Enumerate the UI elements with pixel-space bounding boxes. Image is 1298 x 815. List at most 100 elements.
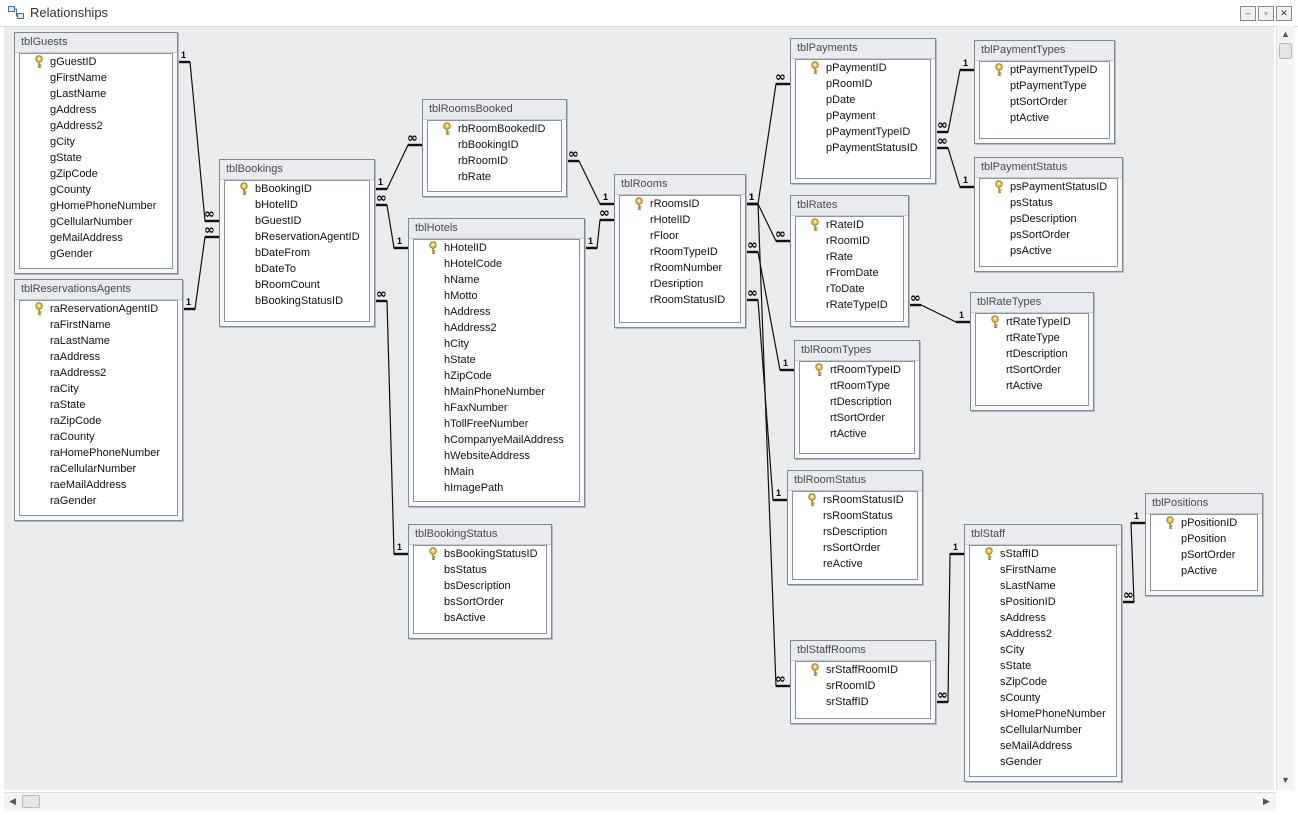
field-list[interactable]: bBookingID bHotelID bGuestID bReservationAg…: [224, 180, 370, 322]
field-item[interactable]: sFirstName: [970, 562, 1116, 578]
field-list[interactable]: psPaymentStatusID psStatus psDescription ps…: [979, 178, 1118, 267]
field-list[interactable]: rsRoomStatusID rsRoomStatus rsDescription r…: [792, 491, 918, 580]
field-item[interactable]: raeMailAddress: [20, 477, 177, 493]
field-item[interactable]: sGender: [970, 754, 1116, 770]
field-list[interactable]: rRateID rRoomID rRate rFromDate rToDate rRate…: [795, 216, 904, 322]
field-item[interactable]: ptSortOrder: [980, 94, 1109, 110]
field-item[interactable]: gFirstName: [20, 70, 172, 86]
field-item[interactable]: gCellularNumber: [20, 214, 172, 230]
field-item[interactable]: hName: [414, 272, 579, 288]
primary-key-field[interactable]: bsBookingStatusID: [414, 546, 546, 562]
field-item[interactable]: rRate: [796, 249, 903, 265]
field-item[interactable]: hHotelCode: [414, 256, 579, 272]
field-item[interactable]: raAddress: [20, 349, 177, 365]
table-tblRateTypes[interactable]: tblRateTypes rtRateTypeID rtRateType rtDesc…: [970, 292, 1094, 411]
field-item[interactable]: rbRoomID: [428, 153, 561, 169]
table-tblRooms[interactable]: tblRooms rRoomsID rHotelID rFloor rRoomTypeI…: [614, 174, 746, 328]
table-title[interactable]: tblStaffRooms: [791, 641, 935, 661]
field-item[interactable]: raCounty: [20, 429, 177, 445]
scroll-left-icon[interactable]: ◀: [6, 795, 19, 808]
table-tblStaffRooms[interactable]: tblStaffRooms srStaffRoomID srRoomID srStaf…: [790, 640, 936, 724]
field-item[interactable]: rsSortOrder: [793, 540, 917, 556]
field-item[interactable]: pPosition: [1151, 531, 1257, 547]
primary-key-field[interactable]: rtRateTypeID: [976, 314, 1088, 330]
field-item[interactable]: gCounty: [20, 182, 172, 198]
field-item[interactable]: rDesription: [620, 276, 740, 292]
field-item[interactable]: rtRateType: [976, 330, 1088, 346]
field-item[interactable]: rRoomID: [796, 233, 903, 249]
vertical-scrollbar[interactable]: ▲ ▼: [1276, 26, 1294, 790]
table-title[interactable]: tblPositions: [1146, 494, 1262, 514]
table-title[interactable]: tblReservationsAgents: [15, 280, 182, 300]
field-list[interactable]: hHotelID hHotelCode hName hMotto hAddress hAd…: [413, 239, 580, 502]
table-title[interactable]: tblPaymentTypes: [975, 41, 1114, 61]
close-button[interactable]: ✕: [1276, 6, 1292, 21]
field-item[interactable]: bsSortOrder: [414, 594, 546, 610]
field-item[interactable]: raGender: [20, 493, 177, 509]
field-item[interactable]: rRoomNumber: [620, 260, 740, 276]
table-title[interactable]: tblRoomTypes: [795, 341, 919, 361]
field-item[interactable]: reActive: [793, 556, 917, 572]
field-item[interactable]: sHomePhoneNumber: [970, 706, 1116, 722]
primary-key-field[interactable]: pPositionID: [1151, 515, 1257, 531]
field-item[interactable]: raFirstName: [20, 317, 177, 333]
field-item[interactable]: rFloor: [620, 228, 740, 244]
field-item[interactable]: rtSortOrder: [976, 362, 1088, 378]
horizontal-scroll-thumb[interactable]: [22, 795, 40, 808]
field-item[interactable]: ptActive: [980, 110, 1109, 126]
field-item[interactable]: raState: [20, 397, 177, 413]
table-title[interactable]: tblBookingStatus: [409, 525, 551, 545]
field-item[interactable]: rsRoomStatus: [793, 508, 917, 524]
table-title[interactable]: tblRoomsBooked: [423, 100, 566, 120]
field-list[interactable]: rRoomsID rHotelID rFloor rRoomTypeID rRoomNu…: [619, 195, 741, 323]
field-item[interactable]: hMainPhoneNumber: [414, 384, 579, 400]
field-item[interactable]: pRoomID: [796, 76, 930, 92]
field-item[interactable]: bDateFrom: [225, 245, 369, 261]
table-title[interactable]: tblHotels: [409, 219, 584, 239]
primary-key-field[interactable]: rbRoomBookedID: [428, 121, 561, 137]
field-list[interactable]: bsBookingStatusID bsStatus bsDescription bs…: [413, 545, 547, 634]
field-item[interactable]: hWebsiteAddress: [414, 448, 579, 464]
field-item[interactable]: psActive: [980, 243, 1117, 259]
field-item[interactable]: hAddress: [414, 304, 579, 320]
field-item[interactable]: hState: [414, 352, 579, 368]
field-item[interactable]: rtActive: [976, 378, 1088, 394]
table-tblPayments[interactable]: tblPayments pPaymentID pRoomID pDate pPaymen…: [790, 38, 936, 184]
primary-key-field[interactable]: ptPaymentTypeID: [980, 62, 1109, 78]
field-item[interactable]: rRoomTypeID: [620, 244, 740, 260]
table-tblHotels[interactable]: tblHotels hHotelID hHotelCode hName hMotto hA…: [408, 218, 585, 507]
table-title[interactable]: tblRates: [791, 196, 908, 216]
field-item[interactable]: hMotto: [414, 288, 579, 304]
scroll-up-icon[interactable]: ▲: [1279, 28, 1292, 41]
field-item[interactable]: rtDescription: [800, 394, 914, 410]
field-item[interactable]: sCellularNumber: [970, 722, 1116, 738]
table-title[interactable]: tblPayments: [791, 39, 935, 59]
field-item[interactable]: raLastName: [20, 333, 177, 349]
primary-key-field[interactable]: rsRoomStatusID: [793, 492, 917, 508]
field-item[interactable]: bsStatus: [414, 562, 546, 578]
field-item[interactable]: rToDate: [796, 281, 903, 297]
field-item[interactable]: hTollFreeNumber: [414, 416, 579, 432]
table-title[interactable]: tblPaymentStatus: [975, 158, 1122, 178]
primary-key-field[interactable]: gGuestID: [20, 54, 172, 70]
field-item[interactable]: bDateTo: [225, 261, 369, 277]
table-title[interactable]: tblRateTypes: [971, 293, 1093, 313]
restore-button[interactable]: ▫: [1258, 6, 1274, 21]
table-tblBookingStatus[interactable]: tblBookingStatus bsBookingStatusID bsStatu…: [408, 524, 552, 639]
field-item[interactable]: pPaymentStatusID: [796, 140, 930, 156]
field-list[interactable]: pPaymentID pRoomID pDate pPayment pPaymentTy…: [795, 59, 931, 179]
field-item[interactable]: gGender: [20, 246, 172, 262]
field-item[interactable]: rtActive: [800, 426, 914, 442]
primary-key-field[interactable]: psPaymentStatusID: [980, 179, 1117, 195]
field-item[interactable]: raCellularNumber: [20, 461, 177, 477]
table-tblBookings[interactable]: tblBookings bBookingID bHotelID bGuestID bRe…: [219, 159, 375, 327]
primary-key-field[interactable]: pPaymentID: [796, 60, 930, 76]
field-list[interactable]: rtRoomTypeID rtRoomType rtDescription rtSor…: [799, 361, 915, 454]
table-tblReservationsAgents[interactable]: tblReservationsAgents raReservationAgentI…: [14, 279, 183, 521]
field-list[interactable]: srStaffRoomID srRoomID srStaffID: [795, 661, 931, 719]
field-item[interactable]: rbBookingID: [428, 137, 561, 153]
vertical-scroll-thumb[interactable]: [1279, 43, 1292, 59]
field-item[interactable]: srStaffID: [796, 694, 930, 710]
field-item[interactable]: hAddress2: [414, 320, 579, 336]
field-item[interactable]: sAddress: [970, 610, 1116, 626]
